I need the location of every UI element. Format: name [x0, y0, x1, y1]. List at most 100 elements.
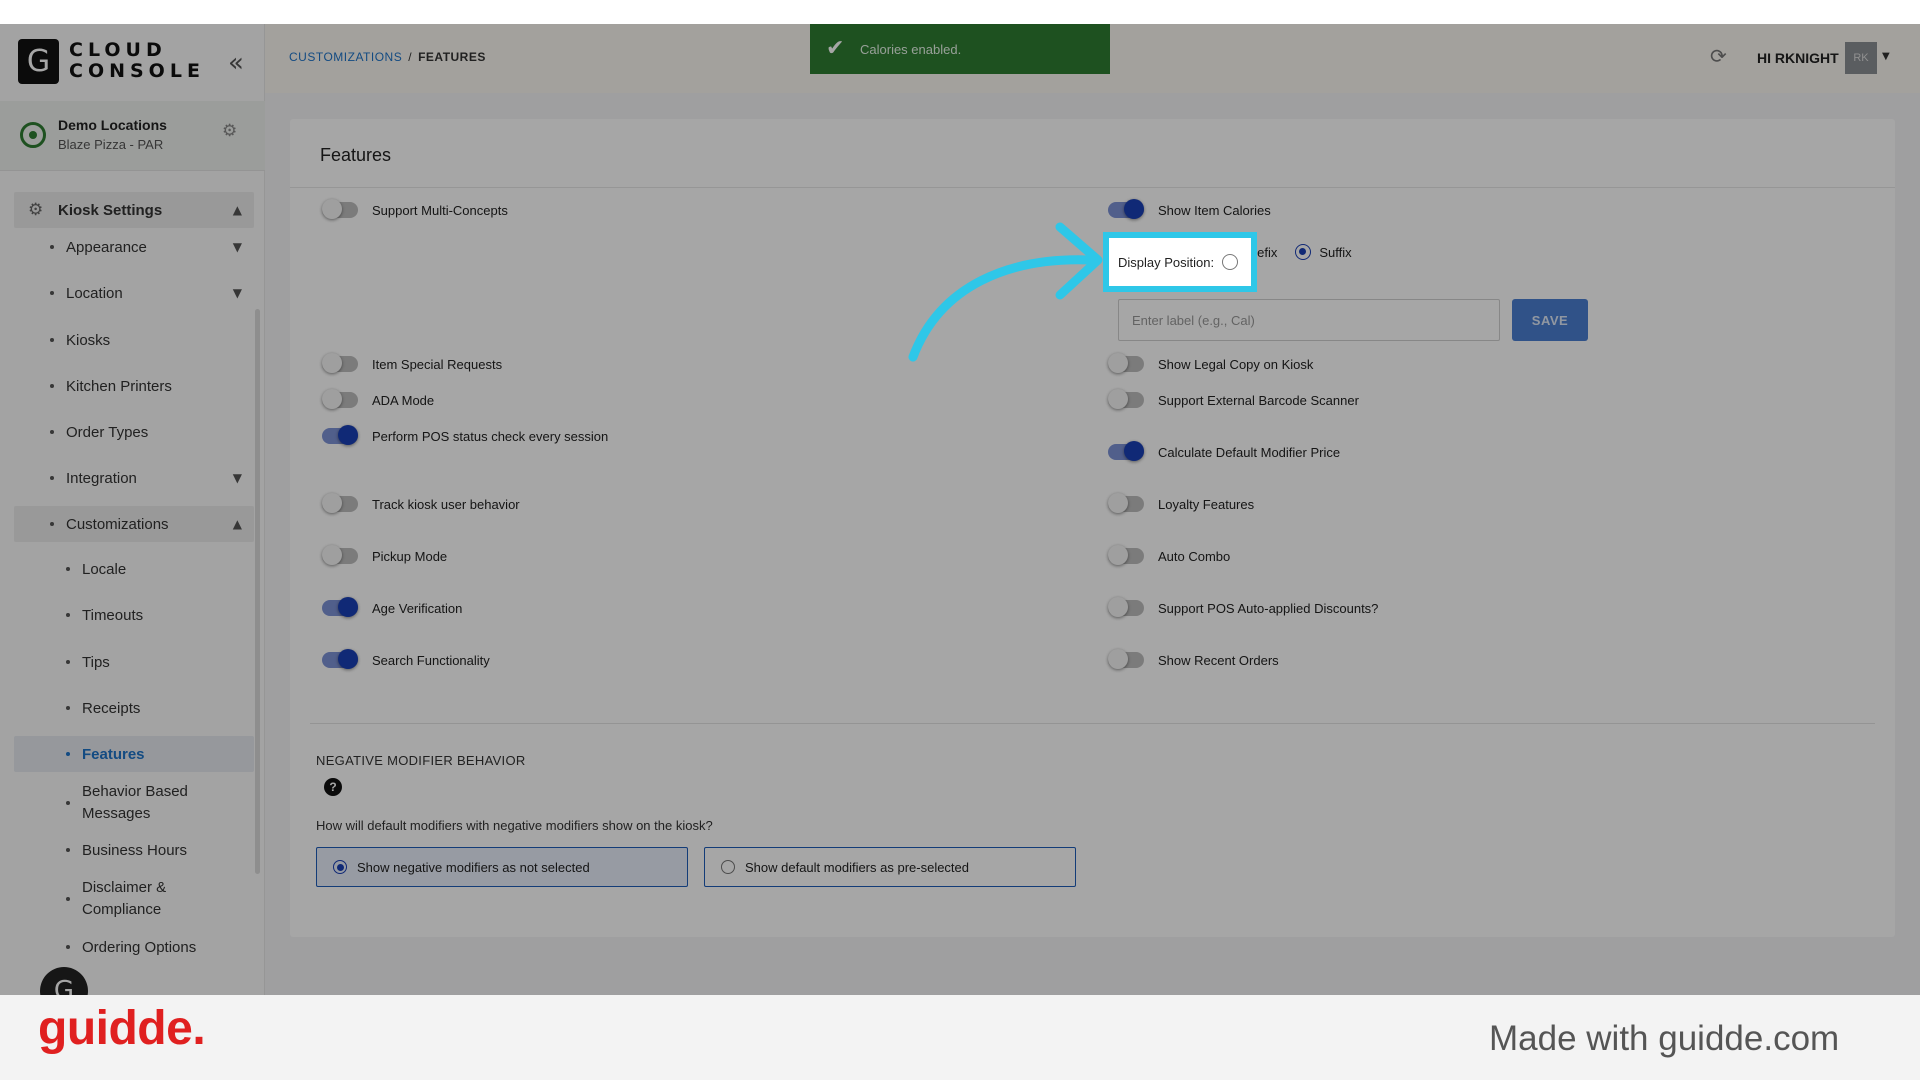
sidebar-item-label: Locale — [82, 560, 127, 578]
feature-label: Show Legal Copy on Kiosk — [1158, 356, 1314, 372]
sidebar-scrollbar[interactable] — [255, 309, 260, 874]
sidebar-item-label: Business Hours — [82, 841, 188, 859]
page-title: Features — [320, 145, 392, 165]
caret-down-icon[interactable]: ▼ — [1882, 51, 1890, 62]
feature-label: Support External Barcode Scanner — [1158, 392, 1359, 408]
logo-line-1: CLOUD — [69, 39, 167, 61]
feature-label: Show Item Calories — [1158, 202, 1271, 218]
toggle-switch[interactable] — [322, 493, 358, 513]
sidebar-item-tips[interactable]: Tips — [14, 644, 254, 680]
sidebar-item-behavior-based-messages[interactable]: Behavior Based Messages — [14, 778, 254, 828]
chevron-down-icon: ▼ — [232, 286, 242, 300]
sidebar-item-features[interactable]: Features — [14, 736, 254, 772]
toggle-switch[interactable] — [1108, 441, 1144, 461]
sidebar-item-label: Customizations — [66, 515, 169, 533]
feature-pos-auto-applied-discounts: Support POS Auto-applied Discounts? — [1108, 597, 1379, 618]
display-position-highlight[interactable]: Display Position: — [1103, 232, 1257, 292]
feature-label: Support Multi-Concepts — [372, 202, 508, 218]
guidde-avatar: G — [40, 967, 88, 995]
calorie-label-input[interactable] — [1118, 299, 1500, 341]
feature-label: Perform POS status check every session — [372, 428, 609, 444]
sidebar-item-receipts[interactable]: Receipts — [14, 690, 254, 726]
feature-support-multi-concepts: Support Multi-Concepts — [322, 199, 508, 220]
option-radio[interactable] — [333, 860, 347, 874]
option-label: Show default modifiers as pre-selected — [745, 859, 970, 875]
feature-search-functionality: Search Functionality — [322, 649, 490, 670]
sidebar-item-location[interactable]: Location ▼ — [14, 275, 254, 311]
toggle-switch[interactable] — [322, 597, 358, 617]
feature-label: Calculate Default Modifier Price — [1158, 444, 1341, 460]
sidebar-item-label: Receipts — [82, 699, 141, 717]
option-negative-not-selected[interactable]: Show negative modifiers as not selected — [316, 847, 688, 887]
sidebar-item-label: Kiosk Settings — [58, 201, 163, 219]
sidebar-item-label: Disclaimer & Compliance — [82, 879, 167, 918]
feature-pos-status-check: Perform POS status check every session — [322, 425, 609, 446]
sidebar-item-label: Tips — [82, 653, 110, 671]
sidebar-item-appearance[interactable]: Appearance ▼ — [14, 229, 254, 265]
feature-loyalty-features: Loyalty Features — [1108, 493, 1254, 514]
feature-label: Age Verification — [372, 600, 463, 616]
feature-show-recent-orders: Show Recent Orders — [1108, 649, 1279, 670]
sidebar-item-order-types[interactable]: Order Types — [14, 414, 254, 450]
sidebar-item-timeouts[interactable]: Timeouts — [14, 597, 254, 633]
toggle-switch[interactable] — [1108, 545, 1144, 565]
sidebar-item-ordering-options[interactable]: Ordering Options — [14, 929, 254, 965]
save-button[interactable]: SAVE — [1512, 299, 1588, 341]
user-greeting[interactable]: HI RKNIGHT — [1757, 50, 1839, 66]
toggle-switch[interactable] — [1108, 493, 1144, 513]
sidebar-item-label: Order Types — [66, 423, 149, 441]
tutorial-arrow-icon — [908, 222, 1103, 362]
feature-label: Show Recent Orders — [1158, 652, 1279, 668]
toggle-switch[interactable] — [322, 199, 358, 219]
breadcrumb-customizations-link[interactable]: CUSTOMIZATIONS — [289, 50, 402, 64]
toggle-switch[interactable] — [1108, 389, 1144, 409]
display-position-label: Display Position: — [1118, 254, 1215, 270]
location-name: Demo Locations — [58, 117, 167, 133]
sidebar-item-kitchen-printers[interactable]: Kitchen Printers — [14, 368, 254, 404]
toggle-switch[interactable] — [1108, 597, 1144, 617]
toggle-switch[interactable] — [322, 425, 358, 445]
location-settings-gear-icon[interactable]: ⚙ — [222, 121, 237, 141]
sidebar-item-kiosk-settings[interactable]: ⚙ Kiosk Settings ▲ — [14, 192, 254, 228]
location-pin-icon — [20, 122, 46, 148]
logo[interactable]: G CLOUD CONSOLE — [18, 38, 205, 84]
option-radio[interactable] — [721, 860, 735, 874]
toggle-switch[interactable] — [322, 545, 358, 565]
checkmark-icon: ✔ — [826, 36, 845, 61]
sidebar-item-label: Location — [66, 284, 123, 302]
option-default-pre-selected[interactable]: Show default modifiers as pre-selected — [704, 847, 1076, 887]
sidebar-item-locale[interactable]: Locale — [14, 551, 254, 587]
feature-calculate-default-modifier-price: Calculate Default Modifier Price — [1108, 441, 1341, 462]
logo-line-2: CONSOLE — [69, 60, 205, 82]
sidebar-item-label: Kiosks — [66, 331, 111, 349]
location-card[interactable]: Demo Locations Blaze Pizza - PAR ⚙ — [0, 101, 265, 171]
sidebar-item-business-hours[interactable]: Business Hours — [14, 832, 254, 868]
collapse-sidebar-icon[interactable]: « — [228, 48, 244, 78]
negative-modifier-heading: NEGATIVE MODIFIER BEHAVIOR — [316, 753, 526, 768]
prefix-radio[interactable] — [1222, 254, 1239, 270]
sidebar-item-disclaimer-compliance[interactable]: Disclaimer & Compliance — [14, 874, 254, 924]
feature-label: Support POS Auto-applied Discounts? — [1158, 600, 1379, 616]
toggle-switch[interactable] — [1108, 649, 1144, 669]
toggle-switch[interactable] — [322, 353, 358, 373]
toggle-switch[interactable] — [322, 649, 358, 669]
refresh-icon[interactable]: ⟳ — [1710, 44, 1727, 68]
sidebar-item-kiosks[interactable]: Kiosks — [14, 322, 254, 358]
chevron-up-icon: ▲ — [232, 517, 242, 531]
help-icon[interactable]: ? — [324, 778, 342, 796]
user-avatar[interactable]: RK — [1845, 42, 1877, 74]
sidebar-item-customizations[interactable]: Customizations ▲ — [14, 506, 254, 542]
guidde-logo: guidde. — [38, 1002, 206, 1055]
feature-label: Search Functionality — [372, 652, 490, 668]
sidebar-item-label: Appearance — [66, 238, 147, 256]
feature-pickup-mode: Pickup Mode — [322, 545, 447, 566]
suffix-radio[interactable] — [1295, 244, 1312, 260]
sidebar-item-label: Behavior Based Messages — [82, 783, 188, 822]
feature-label: Item Special Requests — [372, 356, 503, 372]
top-strip — [0, 0, 1920, 24]
success-toast: ✔ Calories enabled. — [810, 24, 1110, 74]
sidebar-item-integration[interactable]: Integration ▼ — [14, 460, 254, 496]
sidebar-item-label: Timeouts — [82, 606, 144, 624]
toggle-switch[interactable] — [322, 389, 358, 409]
kiosk-settings-gear-icon: ⚙ — [28, 200, 44, 220]
